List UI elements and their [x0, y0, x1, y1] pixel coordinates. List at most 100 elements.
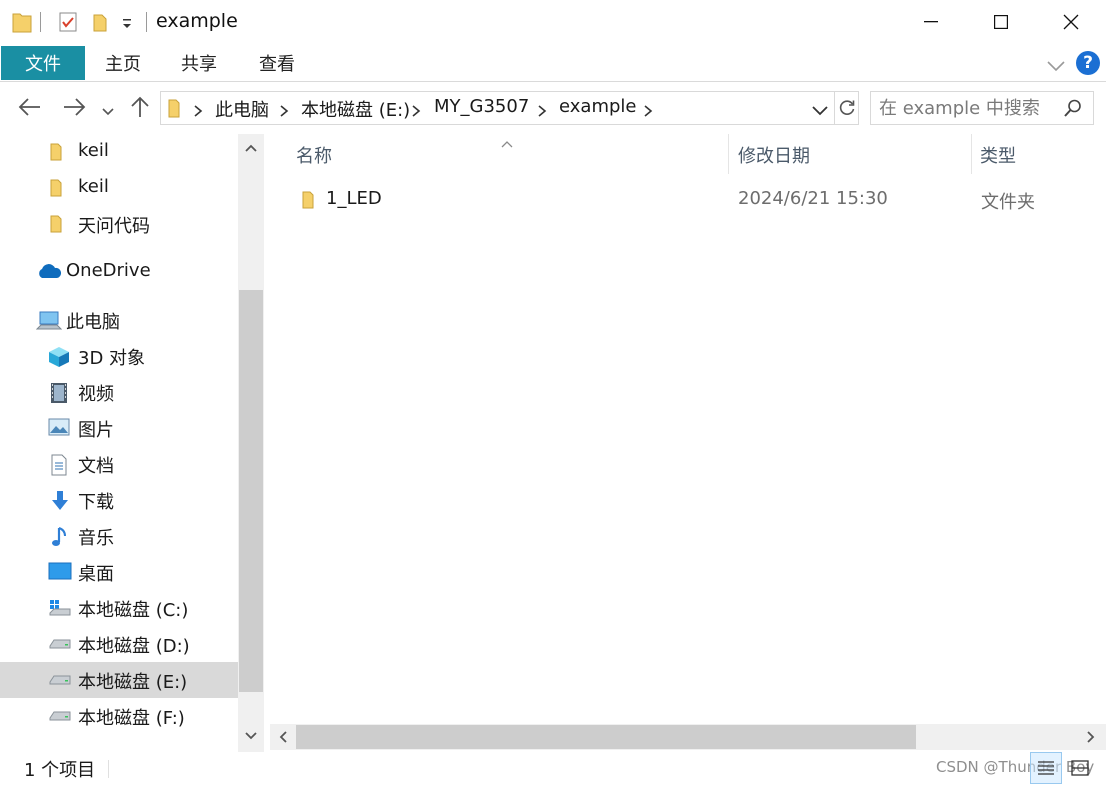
search-input[interactable]: [879, 95, 1059, 121]
nav-item-downloads[interactable]: 下载: [0, 482, 238, 518]
close-button[interactable]: [1036, 0, 1106, 44]
nav-item-3d-objects[interactable]: 3D 对象: [0, 338, 238, 374]
nav-item-label: 此电脑: [66, 312, 120, 333]
drive-icon: [48, 670, 71, 690]
this-pc-icon: [35, 310, 63, 330]
nav-pane-scrollbar[interactable]: [238, 134, 264, 752]
column-header-type[interactable]: 类型: [980, 142, 1016, 168]
nav-item-label: keil: [78, 176, 109, 197]
scroll-down-chevron-icon[interactable]: [238, 722, 264, 750]
nav-item-label: 文档: [78, 456, 114, 477]
refresh-button[interactable]: [834, 92, 859, 124]
nav-item-desktop[interactable]: 桌面: [0, 554, 238, 590]
nav-item-label: 视频: [78, 384, 114, 405]
nav-item-label: 3D 对象: [78, 348, 146, 369]
refresh-icon: [839, 100, 855, 115]
chevron-right-icon[interactable]: [193, 102, 203, 123]
windows-drive-icon: [48, 598, 71, 618]
customize-toolbar-dropdown[interactable]: [120, 15, 134, 31]
tab-view[interactable]: 查看: [246, 46, 308, 80]
item-count: 1 个项目: [24, 760, 96, 781]
breadcrumb-drive-e[interactable]: 本地磁盘 (E:): [301, 96, 410, 122]
folder-icon: [300, 190, 316, 215]
properties-icon[interactable]: [58, 11, 78, 38]
breadcrumb-example[interactable]: example: [559, 96, 636, 117]
table-row[interactable]: 1_LED 2024/6/21 15:30 文件夹: [286, 184, 1086, 216]
help-button[interactable]: ?: [1076, 51, 1100, 75]
scroll-up-chevron-icon[interactable]: [238, 134, 264, 162]
3d-objects-icon: [48, 346, 70, 367]
nav-item-pictures[interactable]: 图片: [0, 410, 238, 446]
nav-item-label: 天问代码: [78, 216, 150, 237]
recent-locations-chevron-icon[interactable]: [102, 101, 114, 122]
folder-icon: [12, 11, 32, 38]
address-bar[interactable]: 此电脑 本地磁盘 (E:) MY_G3507 example: [160, 91, 859, 125]
videos-icon: [50, 382, 72, 403]
nav-item-label: 图片: [78, 420, 114, 441]
maximize-button[interactable]: [966, 0, 1036, 44]
minimize-button[interactable]: [896, 0, 966, 44]
drive-icon: [48, 634, 71, 654]
breadcrumb-my-g3507[interactable]: MY_G3507: [434, 96, 529, 117]
nav-item-keil[interactable]: keil: [0, 170, 238, 206]
chevron-right-icon[interactable]: [279, 102, 289, 123]
scrollbar-thumb[interactable]: [239, 290, 263, 692]
column-divider[interactable]: [971, 134, 972, 174]
nav-item-tianwen-code[interactable]: 天问代码: [0, 206, 238, 242]
nav-item-label: 桌面: [78, 564, 114, 585]
toolbar-separator: [146, 12, 147, 32]
chevron-right-icon[interactable]: [411, 102, 421, 123]
nav-item-documents[interactable]: 文档: [0, 446, 238, 482]
chevron-right-icon[interactable]: [643, 102, 653, 123]
search-box[interactable]: [870, 91, 1094, 125]
documents-icon: [50, 454, 72, 476]
close-icon: [1063, 14, 1079, 30]
chevron-right-icon[interactable]: [537, 102, 547, 123]
address-history-chevron-icon[interactable]: [811, 101, 833, 117]
nav-item-drive-c[interactable]: 本地磁盘 (C:): [0, 590, 238, 626]
back-arrow-icon[interactable]: [18, 96, 42, 123]
nav-item-this-pc[interactable]: 此电脑: [0, 302, 238, 338]
column-header-date[interactable]: 修改日期: [738, 142, 810, 168]
folder-icon: [48, 178, 70, 198]
scroll-left-chevron-icon[interactable]: [270, 724, 296, 750]
title-bar: example: [0, 0, 1106, 44]
details-view-icon: [1038, 761, 1054, 775]
nav-item-label: 本地磁盘 (F:): [78, 708, 185, 729]
tab-share[interactable]: 共享: [168, 46, 230, 80]
desktop-icon: [48, 562, 72, 582]
nav-item-keil[interactable]: keil: [0, 134, 238, 170]
large-icons-view-button[interactable]: [1068, 756, 1092, 780]
column-header-name[interactable]: 名称: [296, 142, 332, 168]
scrollbar-thumb[interactable]: [296, 725, 916, 749]
nav-item-label: 下载: [78, 492, 114, 513]
file-list-horizontal-scrollbar[interactable]: [270, 724, 1106, 750]
status-separator: [108, 760, 109, 778]
forward-arrow-icon[interactable]: [62, 96, 86, 123]
onedrive-cloud-icon: [36, 262, 62, 282]
details-view-button[interactable]: [1030, 752, 1062, 784]
new-folder-icon[interactable]: [92, 13, 108, 38]
search-icon[interactable]: [1063, 98, 1083, 123]
nav-item-drive-f[interactable]: 本地磁盘 (F:): [0, 698, 238, 734]
nav-item-label: OneDrive: [66, 260, 151, 281]
up-arrow-icon[interactable]: [130, 96, 150, 123]
nav-item-videos[interactable]: 视频: [0, 374, 238, 410]
status-bar: 1 个项目 CSDN @Thunder Boy: [0, 752, 1106, 786]
nav-item-music[interactable]: 音乐: [0, 518, 238, 554]
nav-item-onedrive[interactable]: OneDrive: [0, 254, 238, 290]
nav-item-label: 音乐: [78, 528, 114, 549]
nav-item-drive-e[interactable]: 本地磁盘 (E:): [0, 662, 238, 698]
tab-file[interactable]: 文件: [1, 46, 85, 80]
file-list: 名称 修改日期 类型 1_LED 2024/6/21 15:30 文件夹: [270, 128, 1106, 750]
nav-item-drive-d[interactable]: 本地磁盘 (D:): [0, 626, 238, 662]
chevron-down-icon[interactable]: [1046, 56, 1066, 77]
scroll-right-chevron-icon[interactable]: [1078, 724, 1104, 750]
maximize-icon: [994, 15, 1008, 29]
pictures-icon: [48, 418, 70, 438]
music-icon: [50, 526, 72, 546]
tab-home[interactable]: 主页: [92, 46, 154, 80]
column-divider[interactable]: [728, 134, 729, 174]
minimize-icon: [924, 21, 938, 23]
breadcrumb-this-pc[interactable]: 此电脑: [215, 96, 269, 122]
